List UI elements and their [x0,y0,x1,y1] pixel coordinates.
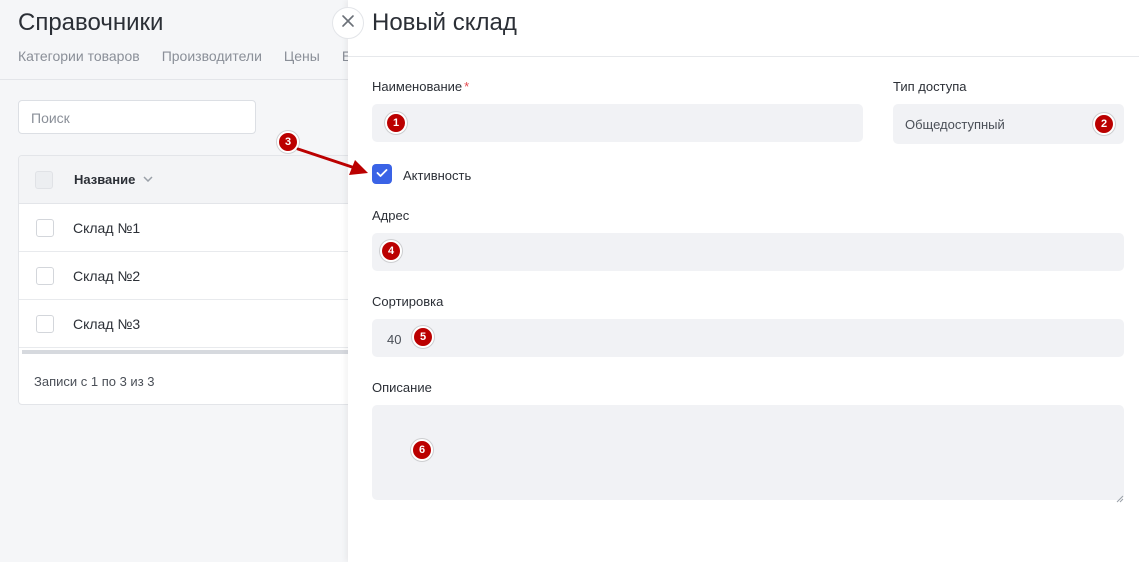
annotation-marker-1: 1 [385,112,407,134]
annotation-marker-4: 4 [380,240,402,262]
annotation-arrow [296,147,368,175]
annotation-marker-2: 2 [1093,113,1115,135]
annotation-marker-3: 3 [277,131,299,153]
annotation-marker-5: 5 [412,326,434,348]
annotation-marker-6: 6 [411,439,433,461]
